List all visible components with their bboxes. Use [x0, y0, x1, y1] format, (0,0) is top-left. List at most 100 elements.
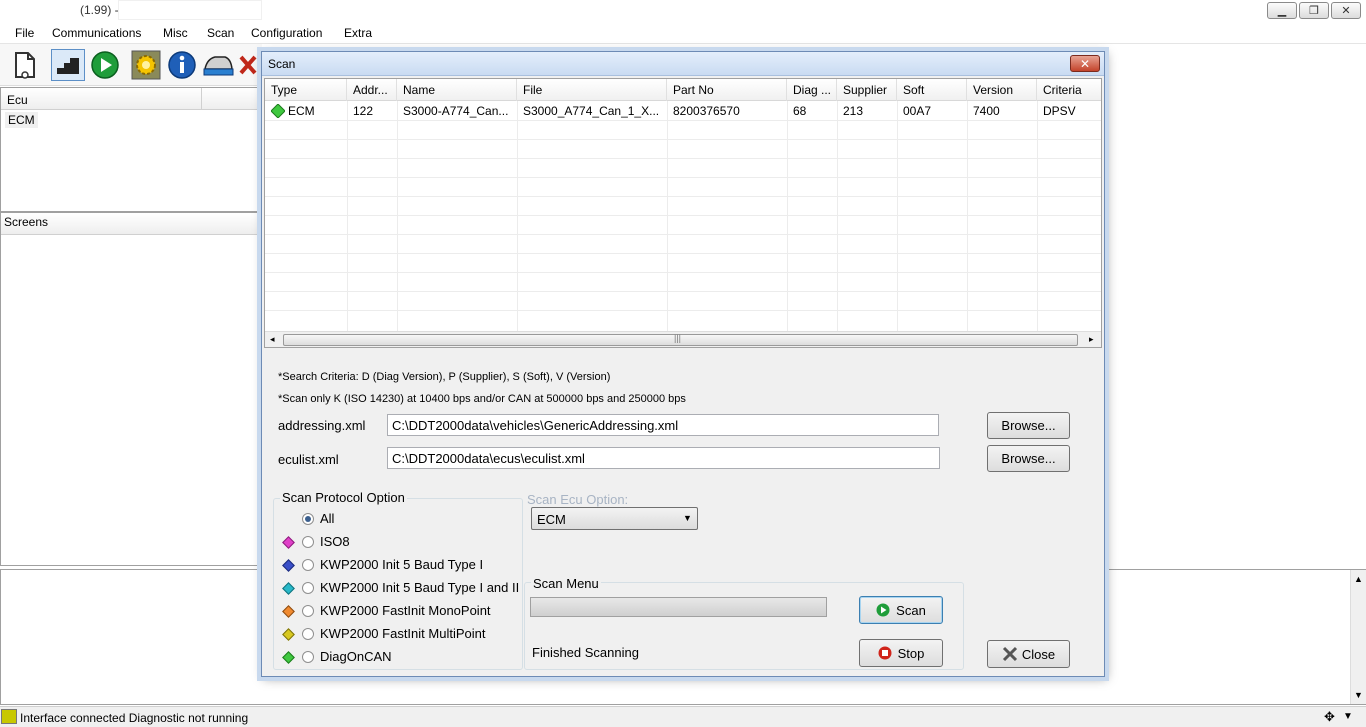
radio-kwp-init5-type1[interactable]	[302, 559, 314, 571]
menubar: File Communications Misc Scan Configurat…	[0, 22, 1366, 44]
scroll-up-icon[interactable]: ▲	[1354, 574, 1363, 584]
stop-button[interactable]: Stop	[859, 639, 943, 667]
protocol-option-kwp-fastinit-mono[interactable]: KWP2000 FastInit MonoPoint	[282, 603, 522, 621]
menu-extra[interactable]: Extra	[344, 26, 372, 40]
menu-communications[interactable]: Communications	[52, 26, 141, 40]
grid-row-line	[265, 272, 1101, 273]
cell-file: S3000_A774_Can_1_X...	[523, 104, 660, 118]
settings-button[interactable]	[129, 49, 163, 81]
stop-icon	[878, 646, 892, 660]
chevron-down-icon[interactable]: ▼	[1343, 711, 1353, 722]
protocol-option-kwp-init5-type1-2[interactable]: KWP2000 Init 5 Baud Type I and II	[282, 580, 522, 598]
scroll-down-icon[interactable]: ▼	[1354, 690, 1363, 700]
scan-only-note: *Scan only K (ISO 14230) at 10400 bps an…	[278, 393, 686, 405]
grid-row-line	[265, 158, 1101, 159]
grid-row-line	[265, 177, 1101, 178]
scan-button[interactable]: Scan	[859, 596, 943, 624]
ecu-list-item[interactable]: ECM	[5, 112, 38, 128]
scroll-right-icon[interactable]: ▸	[1089, 334, 1094, 345]
col-soft[interactable]: Soft	[897, 79, 967, 101]
table-row[interactable]: ECM 122 S3000-A774_Can... S3000_A774_Can…	[265, 101, 1101, 120]
protocol-option-kwp-fastinit-multi[interactable]: KWP2000 FastInit MultiPoint	[282, 626, 522, 644]
protocol-option-all[interactable]: All	[302, 511, 502, 529]
radio-all[interactable]	[302, 513, 314, 525]
ecu-list-item-label: ECM	[8, 113, 35, 127]
close-icon	[1002, 646, 1017, 662]
minimize-button[interactable]: ▁	[1267, 2, 1297, 19]
info-button[interactable]	[165, 49, 199, 81]
scan-status-text: Finished Scanning	[532, 645, 639, 660]
cell-diag: 68	[793, 104, 807, 118]
grid-row-line	[265, 139, 1101, 140]
radio-kwp-fastinit-mono[interactable]	[302, 605, 314, 617]
protocol-label-kwp-fastinit-mono: KWP2000 FastInit MonoPoint	[320, 603, 491, 618]
grid-col-line	[397, 101, 398, 331]
scan-vehicle-button[interactable]	[201, 49, 235, 81]
col-type[interactable]: Type	[265, 79, 347, 101]
col-part-no[interactable]: Part No	[667, 79, 787, 101]
play-icon	[91, 51, 119, 79]
col-version[interactable]: Version	[967, 79, 1037, 101]
interface-status-icon	[1, 709, 17, 724]
radio-kwp-fastinit-multi[interactable]	[302, 628, 314, 640]
protocol-label-kwp-init5-type1-2: KWP2000 Init 5 Baud Type I and II	[320, 580, 520, 595]
col-diag[interactable]: Diag ...	[787, 79, 837, 101]
grid-col-line	[897, 101, 898, 331]
protocol-option-diagoncan[interactable]: DiagOnCAN	[282, 649, 522, 667]
radio-iso8[interactable]	[302, 536, 314, 548]
protocol-option-iso8[interactable]: ISO8	[282, 534, 522, 552]
cell-supplier: 213	[843, 104, 864, 118]
protocol-option-kwp-init5-type1[interactable]: KWP2000 Init 5 Baud Type I	[282, 557, 522, 575]
restore-button[interactable]: ❐	[1299, 2, 1329, 19]
green-diamond-icon	[282, 651, 295, 664]
cell-criteria: DPSV	[1043, 104, 1076, 118]
window-titlebar: (1.99) - ▁ ❐ ✕	[0, 0, 1366, 22]
radio-kwp-init5-type1-2[interactable]	[302, 582, 314, 594]
grid-header: Type Addr... Name File Part No Diag ... …	[265, 79, 1101, 101]
info-icon	[168, 51, 196, 79]
protocol-label-kwp-fastinit-multi: KWP2000 FastInit MultiPoint	[320, 626, 486, 641]
dialog-close-button[interactable]: ✕	[1070, 55, 1100, 72]
col-file[interactable]: File	[517, 79, 667, 101]
menu-configuration[interactable]: Configuration	[251, 26, 322, 40]
scrollbar-thumb[interactable]: |||	[283, 333, 1078, 346]
grid-row-line	[265, 253, 1101, 254]
window-close-button[interactable]: ✕	[1331, 2, 1361, 19]
cell-part-no: 8200376570	[673, 104, 740, 118]
move-icon[interactable]: ✥	[1324, 709, 1335, 725]
radio-diagoncan[interactable]	[302, 651, 314, 663]
orange-diamond-icon	[282, 605, 295, 618]
col-name[interactable]: Name	[397, 79, 517, 101]
grid-col-line	[347, 101, 348, 331]
close-dialog-button[interactable]: Close	[987, 640, 1070, 668]
col-addr[interactable]: Addr...	[347, 79, 397, 101]
gear-icon	[131, 50, 161, 80]
ecu-connect-button[interactable]	[51, 49, 85, 81]
yellow-diamond-icon	[282, 628, 295, 641]
ecu-option-dropdown[interactable]: ECM ▼	[531, 507, 698, 530]
chevron-down-icon: ▼	[683, 513, 692, 523]
dialog-title: Scan	[268, 57, 296, 71]
delete-button[interactable]	[236, 49, 260, 81]
addressing-path-input[interactable]: C:\DDT2000data\vehicles\GenericAddressin…	[387, 414, 939, 436]
addressing-label: addressing.xml	[278, 418, 366, 433]
protocol-group-title: Scan Protocol Option	[280, 490, 407, 505]
addressing-browse-button[interactable]: Browse...	[987, 412, 1070, 439]
log-scrollbar[interactable]: ▲ ▼	[1350, 570, 1366, 704]
minimize-icon: ▁	[1277, 5, 1287, 17]
grid-col-line	[517, 101, 518, 331]
new-document-button[interactable]	[8, 49, 42, 81]
blue-diamond-icon	[282, 559, 295, 572]
col-supplier[interactable]: Supplier	[837, 79, 897, 101]
menu-file[interactable]: File	[15, 26, 34, 40]
cyan-diamond-icon	[282, 582, 295, 595]
eculist-browse-button[interactable]: Browse...	[987, 445, 1070, 472]
menu-scan[interactable]: Scan	[207, 26, 234, 40]
grid-horizontal-scrollbar[interactable]: ◂ ||| ▸	[265, 331, 1101, 347]
col-criteria[interactable]: Criteria	[1037, 79, 1101, 101]
scroll-left-icon[interactable]: ◂	[270, 334, 275, 345]
grid-col-line	[967, 101, 968, 331]
eculist-path-input[interactable]: C:\DDT2000data\ecus\eculist.xml	[387, 447, 940, 469]
run-button[interactable]	[88, 49, 122, 81]
menu-misc[interactable]: Misc	[163, 26, 188, 40]
